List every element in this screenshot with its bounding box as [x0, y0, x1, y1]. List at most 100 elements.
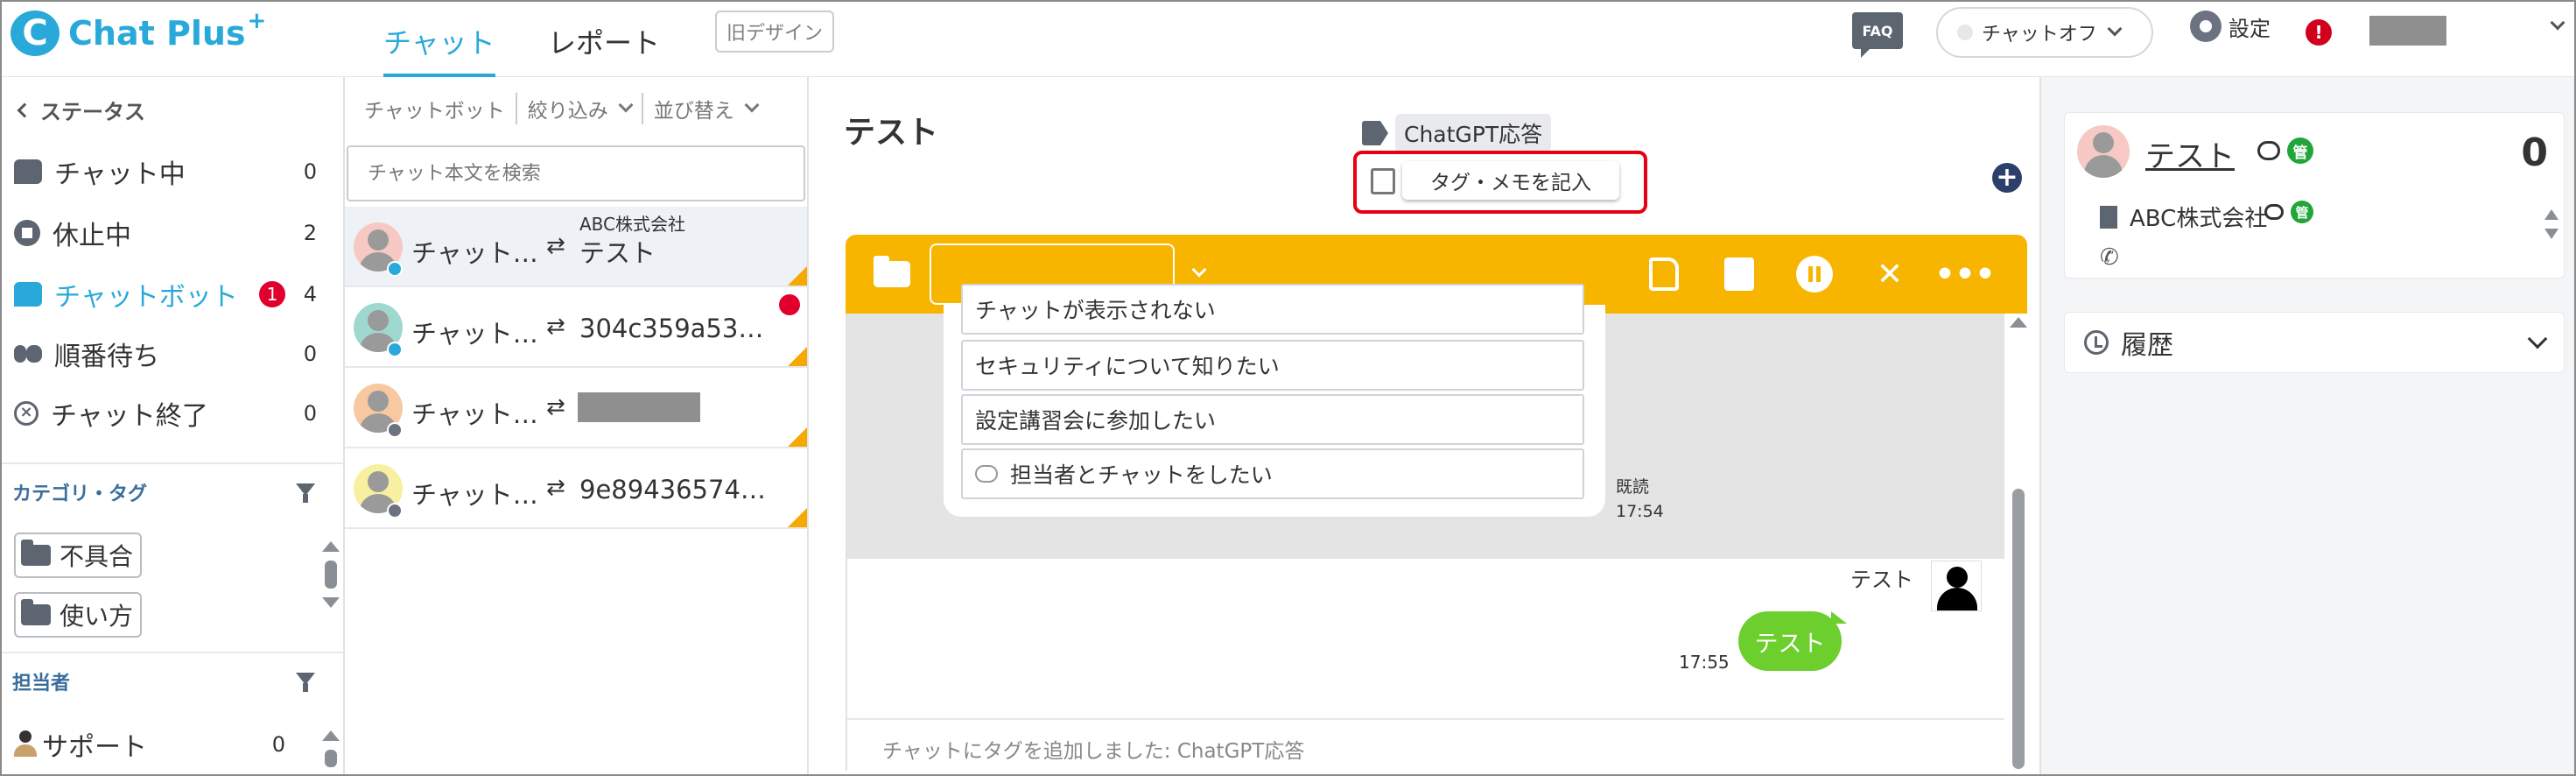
bot-option-label: 担当者とチャットをしたい: [1010, 462, 1273, 488]
sidebar-item-ended[interactable]: × チャット終了 0: [14, 387, 329, 440]
filter-icon[interactable]: [296, 483, 315, 503]
sort-dropdown[interactable]: 並び替え: [643, 93, 768, 124]
chat-list-item[interactable]: チャット… ⇄ 9e89436574…: [345, 448, 807, 529]
chevron-down-icon[interactable]: [1191, 262, 1207, 278]
building-icon: [2100, 205, 2117, 229]
user-name-redacted[interactable]: [2369, 16, 2446, 46]
chat-status-label: チャットオフ: [1982, 24, 2097, 46]
scroll-up-icon[interactable]: [2010, 317, 2027, 328]
scroll-down-icon[interactable]: [322, 597, 340, 608]
unread-badge: 1: [259, 281, 285, 307]
narrow-down-label: 絞り込み: [527, 100, 608, 123]
scroll-thumb[interactable]: [325, 561, 337, 589]
swap-icon: ⇄: [546, 475, 565, 501]
chat-list-item-title: 304c359a53…: [579, 314, 764, 343]
chat-search-input[interactable]: [347, 145, 805, 201]
divider: [2, 652, 343, 653]
chat-list-item[interactable]: チャット… ⇄: [345, 368, 807, 448]
pause-icon: [14, 220, 40, 246]
sidebar-item-count: 0: [303, 342, 317, 366]
old-design-button[interactable]: 旧デザイン: [715, 11, 834, 53]
settings-button[interactable]: 設定: [2190, 11, 2271, 42]
corner-marker: [788, 266, 807, 286]
scroll-thumb[interactable]: [2012, 489, 2025, 769]
unread-dot: [779, 294, 800, 315]
category-section-title: カテゴリ・タグ: [12, 483, 148, 505]
manager-badge: 管: [2291, 201, 2313, 223]
count-stepper[interactable]: [2544, 209, 2558, 239]
system-message: チャットにタグを追加しました: ChatGPT応答: [882, 740, 1305, 763]
operator-count: 0: [271, 732, 285, 757]
scroll-up-icon[interactable]: [322, 541, 340, 552]
corner-marker: [788, 508, 807, 527]
chat-list-item-title: テスト: [579, 238, 656, 268]
category-tag[interactable]: 不具合: [14, 533, 143, 578]
chevron-down-icon: [618, 97, 634, 113]
operator-section-title: 担当者: [12, 673, 71, 695]
sidebar-item-label: 休止中: [53, 221, 131, 251]
bot-option-agent[interactable]: 担当者とチャットをしたい: [961, 448, 1584, 499]
chat-list-item[interactable]: チャット… ⇄ ABC株式会社 テスト: [345, 207, 807, 287]
chat-list-item-title: 9e89436574…: [579, 475, 766, 504]
sidebar-item-paused[interactable]: 休止中 2: [14, 207, 329, 259]
memo-icon: [1371, 168, 1395, 194]
message-area: チャットが表示されない セキュリティについて知りたい 設定講習会に参加したい 担…: [846, 284, 2029, 771]
status-back-button[interactable]: ステータス: [17, 95, 145, 125]
swap-icon: ⇄: [546, 314, 565, 340]
chatbot-filter-label[interactable]: チャットボット: [345, 93, 517, 124]
add-circle-icon[interactable]: +: [1992, 163, 2022, 193]
faq-icon[interactable]: FAQ: [1852, 12, 1903, 58]
filter-icon[interactable]: [296, 673, 315, 692]
scroll-up-icon[interactable]: [322, 730, 340, 741]
folder-icon: [21, 599, 51, 625]
visitor-name[interactable]: テスト: [2145, 132, 2235, 175]
chat-title: テスト: [844, 115, 939, 151]
operator-item[interactable]: サポート 0: [14, 718, 329, 771]
user-message-time: 17:55: [1679, 652, 1730, 673]
settings-label: 設定: [2229, 16, 2271, 41]
operator-scrollbar[interactable]: [322, 730, 340, 776]
tab-chat[interactable]: チャット: [383, 7, 495, 77]
document-icon[interactable]: [1721, 256, 1758, 293]
chat-status-select[interactable]: チャットオフ: [1936, 7, 2153, 58]
folder-icon: [21, 540, 51, 566]
history-section[interactable]: 履歴: [2064, 312, 2565, 373]
narrow-down-dropdown[interactable]: 絞り込み: [517, 93, 643, 124]
chat-main-panel: テスト ChatGPT応答 タグ・メモを記入 + ✕ ••• チャットが表示され…: [809, 77, 2038, 774]
user-message-sender: テスト: [1850, 568, 1913, 592]
tag-chip[interactable]: ChatGPT応答: [1362, 114, 1552, 152]
pause-icon[interactable]: [1796, 256, 1833, 293]
alert-icon[interactable]: !: [2306, 19, 2332, 46]
message-scrollbar[interactable]: [2008, 314, 2029, 771]
bot-option[interactable]: セキュリティについて知りたい: [961, 340, 1584, 391]
chat-bubble-icon[interactable]: [2257, 141, 2280, 160]
chat-list-item[interactable]: チャット… ⇄ 304c359a53…: [345, 287, 807, 368]
tag-memo-button[interactable]: タグ・メモを記入: [1402, 161, 1619, 200]
sidebar-item-chatting[interactable]: チャット中 0: [14, 145, 329, 198]
operator-icon: [14, 730, 37, 758]
logo[interactable]: C Chat Plus +: [11, 8, 266, 56]
user-menu-chevron-icon[interactable]: [2550, 15, 2565, 31]
more-icon[interactable]: •••: [1934, 256, 1995, 293]
visitor-info-panel: テスト 管 0 ABC株式会社 管 ✆ 履歴: [2039, 77, 2574, 774]
close-icon[interactable]: ✕: [1871, 256, 1908, 293]
stepper-up-icon[interactable]: [2544, 209, 2558, 220]
stepper-down-icon[interactable]: [2544, 229, 2558, 239]
add-note-icon[interactable]: [1646, 256, 1682, 293]
queue-icon: [14, 342, 42, 366]
category-tag[interactable]: 使い方: [14, 592, 143, 638]
sidebar-item-chatbot[interactable]: チャットボット 1 4: [14, 268, 329, 321]
folder-icon[interactable]: [874, 256, 910, 287]
bot-option[interactable]: 設定講習会に参加したい: [961, 394, 1584, 445]
sidebar-item-queue[interactable]: 順番待ち 0: [14, 328, 329, 380]
category-scrollbar[interactable]: [322, 541, 340, 608]
scroll-thumb[interactable]: [325, 750, 337, 767]
logo-text: Chat Plus: [68, 14, 246, 53]
corner-marker: [788, 427, 807, 447]
tab-report[interactable]: レポート: [548, 7, 660, 75]
tag-label: ChatGPT応答: [1395, 114, 1552, 152]
visitor-avatar: [2077, 125, 2130, 178]
chat-bubble-icon[interactable]: [2264, 204, 2284, 220]
bot-option[interactable]: チャットが表示されない: [961, 284, 1584, 335]
chat-icon: [14, 159, 42, 184]
